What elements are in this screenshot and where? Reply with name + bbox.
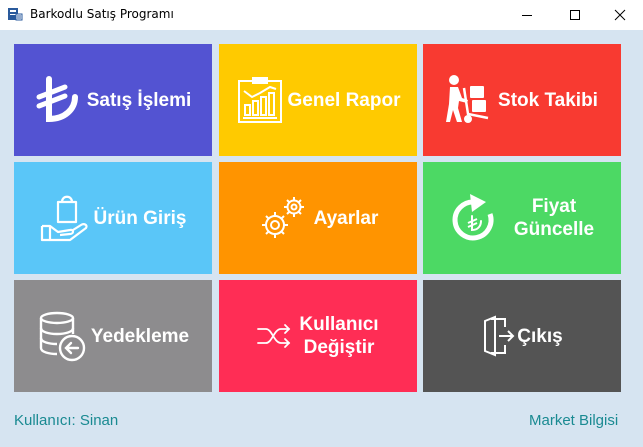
minimize-icon bbox=[522, 15, 532, 16]
price-update-tile-button[interactable]: Fiyat Güncelle bbox=[423, 162, 621, 274]
switch-user-label-line2: Değiştir bbox=[303, 337, 375, 358]
app-window: Barkodlu Satış Programı Satış İşlemi Gen… bbox=[0, 0, 643, 447]
title-bar: Barkodlu Satış Programı bbox=[0, 0, 643, 30]
exit-door-icon bbox=[481, 315, 515, 357]
current-user-label: Kullanıcı: Sinan bbox=[14, 412, 119, 429]
exit-tile-button[interactable]: Çıkış bbox=[423, 280, 621, 392]
price-update-tile-label: Fiyat Güncelle bbox=[514, 195, 594, 241]
shuffle-icon bbox=[257, 323, 291, 349]
hand-truck-icon bbox=[446, 74, 490, 126]
settings-tile-button[interactable]: Ayarlar bbox=[219, 162, 417, 274]
settings-tile-label: Ayarlar bbox=[313, 207, 379, 229]
sales-tile-button[interactable]: Satış İşlemi bbox=[14, 44, 212, 156]
switch-user-tile-button[interactable]: Kullanıcı Değiştir bbox=[219, 280, 417, 392]
gears-icon bbox=[258, 193, 308, 243]
product-entry-tile-button[interactable]: Ürün Giriş bbox=[14, 162, 212, 274]
price-update-label-line2: Güncelle bbox=[513, 219, 595, 240]
report-tile-button[interactable]: Genel Rapor bbox=[219, 44, 417, 156]
database-backup-icon bbox=[37, 310, 87, 362]
close-button[interactable] bbox=[597, 0, 643, 30]
maximize-icon bbox=[570, 10, 580, 20]
app-logo-icon bbox=[7, 6, 23, 22]
sales-tile-label: Satış İşlemi bbox=[86, 89, 192, 111]
report-tile-label: Genel Rapor bbox=[287, 89, 401, 111]
close-icon bbox=[614, 9, 626, 21]
window-title: Barkodlu Satış Programı bbox=[30, 7, 174, 21]
stock-tile-label: Stok Takibi bbox=[498, 89, 598, 111]
minimize-button[interactable] bbox=[504, 0, 550, 30]
report-icon bbox=[236, 75, 284, 125]
product-entry-tile-label: Ürün Giriş bbox=[93, 207, 187, 229]
backup-tile-label: Yedekleme bbox=[90, 325, 190, 347]
switch-user-label-line1: Kullanıcı bbox=[299, 314, 379, 335]
hand-bag-icon bbox=[40, 192, 90, 244]
stock-tile-button[interactable]: Stok Takibi bbox=[423, 44, 621, 156]
switch-user-tile-label: Kullanıcı Değiştir bbox=[299, 313, 378, 359]
main-panel: Satış İşlemi Genel Rapor Stok Takibi Ürü… bbox=[0, 30, 643, 447]
price-update-label-line1: Fiyat bbox=[531, 196, 577, 217]
price-refresh-icon bbox=[450, 192, 500, 244]
backup-tile-button[interactable]: Yedekleme bbox=[14, 280, 212, 392]
market-info-link[interactable]: Market Bilgisi bbox=[529, 412, 618, 429]
lira-icon bbox=[35, 75, 81, 125]
maximize-button[interactable] bbox=[552, 0, 598, 30]
exit-tile-label: Çıkış bbox=[517, 325, 563, 347]
